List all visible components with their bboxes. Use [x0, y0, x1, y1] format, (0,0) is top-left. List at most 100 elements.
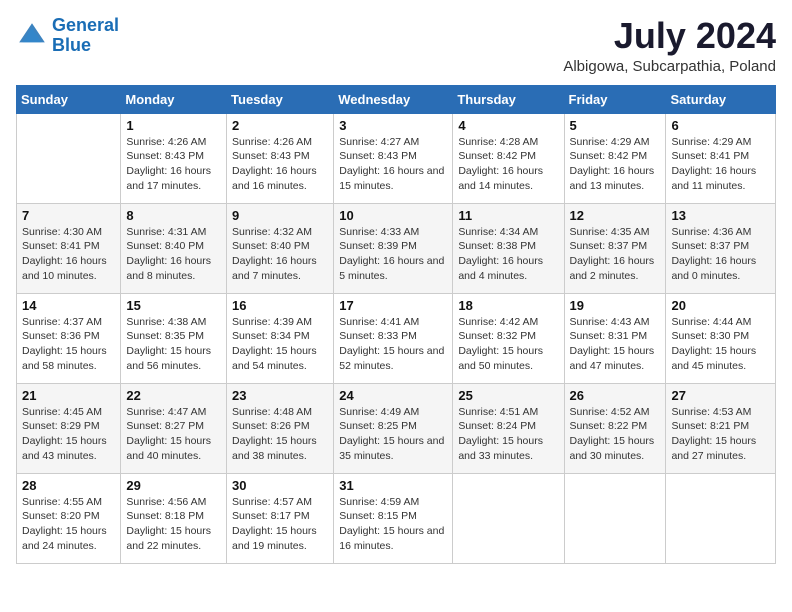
day-info: Sunrise: 4:48 AMSunset: 8:26 PMDaylight:…: [232, 405, 328, 464]
day-number: 21: [22, 388, 115, 403]
calendar-cell: [453, 473, 564, 563]
day-info: Sunrise: 4:34 AMSunset: 8:38 PMDaylight:…: [458, 225, 558, 284]
day-info: Sunrise: 4:57 AMSunset: 8:17 PMDaylight:…: [232, 495, 328, 554]
weekday-header-thursday: Thursday: [453, 85, 564, 113]
weekday-header-row: SundayMondayTuesdayWednesdayThursdayFrid…: [17, 85, 776, 113]
day-number: 23: [232, 388, 328, 403]
day-info: Sunrise: 4:35 AMSunset: 8:37 PMDaylight:…: [570, 225, 661, 284]
calendar-cell: 29Sunrise: 4:56 AMSunset: 8:18 PMDayligh…: [121, 473, 227, 563]
page-header: General Blue July 2024 Albigowa, Subcarp…: [16, 16, 776, 75]
day-number: 14: [22, 298, 115, 313]
logo: General Blue: [16, 16, 119, 56]
calendar-cell: 18 Sunrise: 4:42 AMSunset: 8:32 PMDayligh…: [453, 293, 564, 383]
calendar-cell: 4Sunrise: 4:28 AMSunset: 8:42 PMDaylight…: [453, 113, 564, 203]
calendar-cell: 5Sunrise: 4:29 AMSunset: 8:42 PMDaylight…: [564, 113, 666, 203]
calendar-cell: 31Sunrise: 4:59 AMSunset: 8:15 PMDayligh…: [334, 473, 453, 563]
day-info: Sunrise: 4:36 AMSunset: 8:37 PMDaylight:…: [671, 225, 770, 284]
day-number: 16: [232, 298, 328, 313]
day-number: 29: [126, 478, 221, 493]
day-number: 25: [458, 388, 558, 403]
calendar-cell: 6Sunrise: 4:29 AMSunset: 8:41 PMDaylight…: [666, 113, 776, 203]
day-info: Sunrise: 4:49 AMSunset: 8:25 PMDaylight:…: [339, 405, 447, 464]
calendar-cell: 9 Sunrise: 4:32 AMSunset: 8:40 PMDaylight…: [227, 203, 334, 293]
calendar-cell: 30 Sunrise: 4:57 AMSunset: 8:17 PMDayligh…: [227, 473, 334, 563]
weekday-header-sunday: Sunday: [17, 85, 121, 113]
day-number: 7: [22, 208, 115, 223]
location: Albigowa, Subcarpathia, Poland: [563, 58, 776, 75]
day-info: Sunrise: 4:45 AMSunset: 8:29 PMDaylight:…: [22, 405, 115, 464]
day-info: Sunrise: 4:39 AMSunset: 8:34 PMDaylight:…: [232, 315, 328, 374]
calendar-cell: 21 Sunrise: 4:45 AMSunset: 8:29 PMDayligh…: [17, 383, 121, 473]
day-number: 19: [570, 298, 661, 313]
day-info: Sunrise: 4:37 AMSunset: 8:36 PMDaylight:…: [22, 315, 115, 374]
title-block: July 2024 Albigowa, Subcarpathia, Poland: [563, 16, 776, 75]
week-row-4: 21 Sunrise: 4:45 AMSunset: 8:29 PMDayligh…: [17, 383, 776, 473]
day-number: 18: [458, 298, 558, 313]
calendar-cell: 19Sunrise: 4:43 AMSunset: 8:31 PMDayligh…: [564, 293, 666, 383]
day-number: 1: [126, 118, 221, 133]
calendar-cell: 24Sunrise: 4:49 AMSunset: 8:25 PMDayligh…: [334, 383, 453, 473]
calendar-cell: 7 Sunrise: 4:30 AMSunset: 8:41 PMDaylight…: [17, 203, 121, 293]
day-number: 20: [671, 298, 770, 313]
day-info: Sunrise: 4:52 AMSunset: 8:22 PMDaylight:…: [570, 405, 661, 464]
day-number: 28: [22, 478, 115, 493]
calendar-cell: 11 Sunrise: 4:34 AMSunset: 8:38 PMDayligh…: [453, 203, 564, 293]
logo-text: General Blue: [52, 16, 119, 56]
calendar-cell: 17 Sunrise: 4:41 AMSunset: 8:33 PMDayligh…: [334, 293, 453, 383]
day-number: 9: [232, 208, 328, 223]
calendar-cell: [564, 473, 666, 563]
calendar-cell: 3 Sunrise: 4:27 AMSunset: 8:43 PMDaylight…: [334, 113, 453, 203]
calendar-cell: 16 Sunrise: 4:39 AMSunset: 8:34 PMDayligh…: [227, 293, 334, 383]
day-number: 10: [339, 208, 447, 223]
day-info: Sunrise: 4:30 AMSunset: 8:41 PMDaylight:…: [22, 225, 115, 284]
day-number: 30: [232, 478, 328, 493]
calendar-cell: 8 Sunrise: 4:31 AMSunset: 8:40 PMDaylight…: [121, 203, 227, 293]
calendar-cell: 13 Sunrise: 4:36 AMSunset: 8:37 PMDayligh…: [666, 203, 776, 293]
day-info: Sunrise: 4:32 AMSunset: 8:40 PMDaylight:…: [232, 225, 328, 284]
day-number: 2: [232, 118, 328, 133]
weekday-header-tuesday: Tuesday: [227, 85, 334, 113]
day-info: Sunrise: 4:26 AMSunset: 8:43 PMDaylight:…: [126, 135, 221, 194]
calendar-cell: 23 Sunrise: 4:48 AMSunset: 8:26 PMDayligh…: [227, 383, 334, 473]
day-info: Sunrise: 4:27 AMSunset: 8:43 PMDaylight:…: [339, 135, 447, 194]
day-number: 27: [671, 388, 770, 403]
week-row-5: 28 Sunrise: 4:55 AMSunset: 8:20 PMDayligh…: [17, 473, 776, 563]
day-number: 22: [126, 388, 221, 403]
day-info: Sunrise: 4:47 AMSunset: 8:27 PMDaylight:…: [126, 405, 221, 464]
calendar-cell: 15 Sunrise: 4:38 AMSunset: 8:35 PMDayligh…: [121, 293, 227, 383]
day-number: 13: [671, 208, 770, 223]
day-number: 12: [570, 208, 661, 223]
day-number: 11: [458, 208, 558, 223]
logo-icon: [16, 20, 48, 52]
day-info: Sunrise: 4:31 AMSunset: 8:40 PMDaylight:…: [126, 225, 221, 284]
calendar-cell: 12 Sunrise: 4:35 AMSunset: 8:37 PMDayligh…: [564, 203, 666, 293]
day-info: Sunrise: 4:53 AMSunset: 8:21 PMDaylight:…: [671, 405, 770, 464]
logo-line1: General: [52, 15, 119, 35]
day-info: Sunrise: 4:26 AMSunset: 8:43 PMDaylight:…: [232, 135, 328, 194]
calendar-table: SundayMondayTuesdayWednesdayThursdayFrid…: [16, 85, 776, 564]
calendar-cell: [17, 113, 121, 203]
calendar-cell: 10Sunrise: 4:33 AMSunset: 8:39 PMDayligh…: [334, 203, 453, 293]
day-info: Sunrise: 4:42 AMSunset: 8:32 PMDaylight:…: [458, 315, 558, 374]
day-info: Sunrise: 4:44 AMSunset: 8:30 PMDaylight:…: [671, 315, 770, 374]
day-info: Sunrise: 4:55 AMSunset: 8:20 PMDaylight:…: [22, 495, 115, 554]
day-info: Sunrise: 4:41 AMSunset: 8:33 PMDaylight:…: [339, 315, 447, 374]
calendar-cell: 28 Sunrise: 4:55 AMSunset: 8:20 PMDayligh…: [17, 473, 121, 563]
calendar-cell: 27 Sunrise: 4:53 AMSunset: 8:21 PMDayligh…: [666, 383, 776, 473]
day-number: 26: [570, 388, 661, 403]
calendar-cell: [666, 473, 776, 563]
day-number: 6: [671, 118, 770, 133]
day-number: 8: [126, 208, 221, 223]
day-number: 17: [339, 298, 447, 313]
month-year: July 2024: [563, 16, 776, 56]
day-number: 3: [339, 118, 447, 133]
week-row-1: 1 Sunrise: 4:26 AMSunset: 8:43 PMDaylight…: [17, 113, 776, 203]
day-number: 15: [126, 298, 221, 313]
weekday-header-friday: Friday: [564, 85, 666, 113]
calendar-cell: 1 Sunrise: 4:26 AMSunset: 8:43 PMDaylight…: [121, 113, 227, 203]
week-row-3: 14 Sunrise: 4:37 AMSunset: 8:36 PMDayligh…: [17, 293, 776, 383]
calendar-cell: 26 Sunrise: 4:52 AMSunset: 8:22 PMDayligh…: [564, 383, 666, 473]
day-number: 4: [458, 118, 558, 133]
day-info: Sunrise: 4:38 AMSunset: 8:35 PMDaylight:…: [126, 315, 221, 374]
day-number: 31: [339, 478, 447, 493]
